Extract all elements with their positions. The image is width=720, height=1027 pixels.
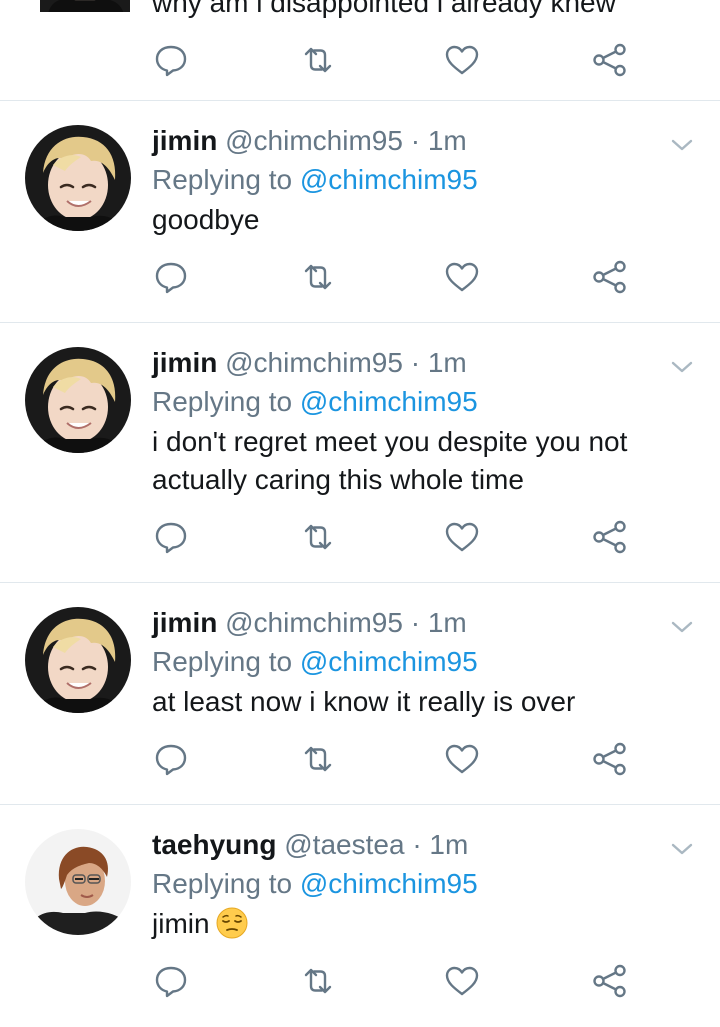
display-name[interactable]: jimin [152,347,217,378]
chevron-down-icon[interactable] [670,615,694,639]
tweet-header: taehyung @taestea · 1m [152,827,660,863]
tweet-actions [0,721,720,805]
tweet-text-line: actually caring this whole time [152,464,524,495]
user-handle[interactable]: @chimchim95 [225,125,403,156]
chevron-down-icon[interactable] [670,837,694,861]
share-icon[interactable] [590,739,630,779]
chevron-down-icon[interactable] [670,355,694,379]
tweet-actions [0,239,720,323]
tweet-header: jimin @chimchim95 · 1m [152,123,660,159]
tweet-header: jimin @chimchim95 · 1m [152,345,660,381]
replying-prefix: Replying to [152,646,293,677]
display-name[interactable]: jimin [152,125,217,156]
user-handle[interactable]: @chimchim95 [225,607,403,638]
replying-prefix: Replying to [152,868,293,899]
tweet-text: at least now i know it really is over [152,686,576,717]
like-icon[interactable] [442,257,482,297]
avatar[interactable] [25,607,131,713]
chevron-down-icon[interactable] [670,133,694,157]
timestamp[interactable]: 1m [428,125,467,156]
tweet[interactable]: jimin @chimchim95 · 1m Replying to @chim… [0,323,720,583]
tweet-text-line: i don't regret meet you despite you not [152,426,628,457]
replying-to-handle[interactable]: @chimchim95 [300,164,478,195]
retweet-icon[interactable] [298,961,338,1001]
avatar[interactable] [25,829,131,935]
replying-to-handle[interactable]: @chimchim95 [300,386,478,417]
reply-icon[interactable] [151,739,191,779]
display-name[interactable]: jimin [152,607,217,638]
user-handle[interactable]: @chimchim95 [225,347,403,378]
timeline-feed: why am i disappointed i already knew jim… [0,0,720,1019]
tweet-actions [0,943,720,1027]
timestamp[interactable]: 1m [428,347,467,378]
retweet-icon[interactable] [298,257,338,297]
tweet-text-content: jimin [152,908,210,939]
share-icon[interactable] [590,961,630,1001]
timestamp[interactable]: 1m [428,607,467,638]
timestamp[interactable]: 1m [429,829,468,860]
retweet-icon[interactable] [298,40,338,80]
display-name[interactable]: taehyung [152,829,276,860]
share-icon[interactable] [590,40,630,80]
replying-to: Replying to @chimchim95 [152,641,660,683]
separator: · [410,607,421,638]
like-icon[interactable] [442,40,482,80]
like-icon[interactable] [442,739,482,779]
tweet[interactable]: jimin @chimchim95 · 1m Replying to @chim… [0,101,720,323]
tweet-actions [0,499,720,583]
tweet-actions [0,22,720,106]
tweet[interactable]: jimin @chimchim95 · 1m Replying to @chim… [0,583,720,805]
avatar[interactable] [25,347,131,453]
tweet-header: jimin @chimchim95 · 1m [152,605,660,641]
reply-icon[interactable] [151,517,191,557]
replying-to: Replying to @chimchim95 [152,159,660,201]
retweet-icon[interactable] [298,517,338,557]
replying-to-handle[interactable]: @chimchim95 [300,868,478,899]
tweet-text: i don't regret meet you despite you not … [152,423,660,499]
tweet-text: jimin [152,905,660,943]
tweet[interactable]: taehyung @taestea · 1m Replying to @chim… [0,805,720,1019]
pensive-face-emoji [216,907,248,939]
replying-to: Replying to @chimchim95 [152,863,660,905]
user-handle[interactable]: @taestea [284,829,404,860]
avatar[interactable] [40,0,130,12]
replying-to-handle[interactable]: @chimchim95 [300,646,478,677]
separator: · [410,347,421,378]
share-icon[interactable] [590,517,630,557]
like-icon[interactable] [442,517,482,557]
reply-icon[interactable] [151,257,191,297]
replying-to: Replying to @chimchim95 [152,381,660,423]
replying-prefix: Replying to [152,164,293,195]
separator: · [410,125,421,156]
reply-icon[interactable] [151,961,191,1001]
replying-prefix: Replying to [152,386,293,417]
retweet-icon[interactable] [298,739,338,779]
separator: · [412,829,422,860]
tweet-partial[interactable]: why am i disappointed i already knew [0,0,720,101]
tweet-text: goodbye [152,204,260,235]
share-icon[interactable] [590,257,630,297]
reply-icon[interactable] [151,40,191,80]
like-icon[interactable] [442,961,482,1001]
tweet-text: why am i disappointed i already knew [152,0,616,18]
avatar[interactable] [25,125,131,231]
